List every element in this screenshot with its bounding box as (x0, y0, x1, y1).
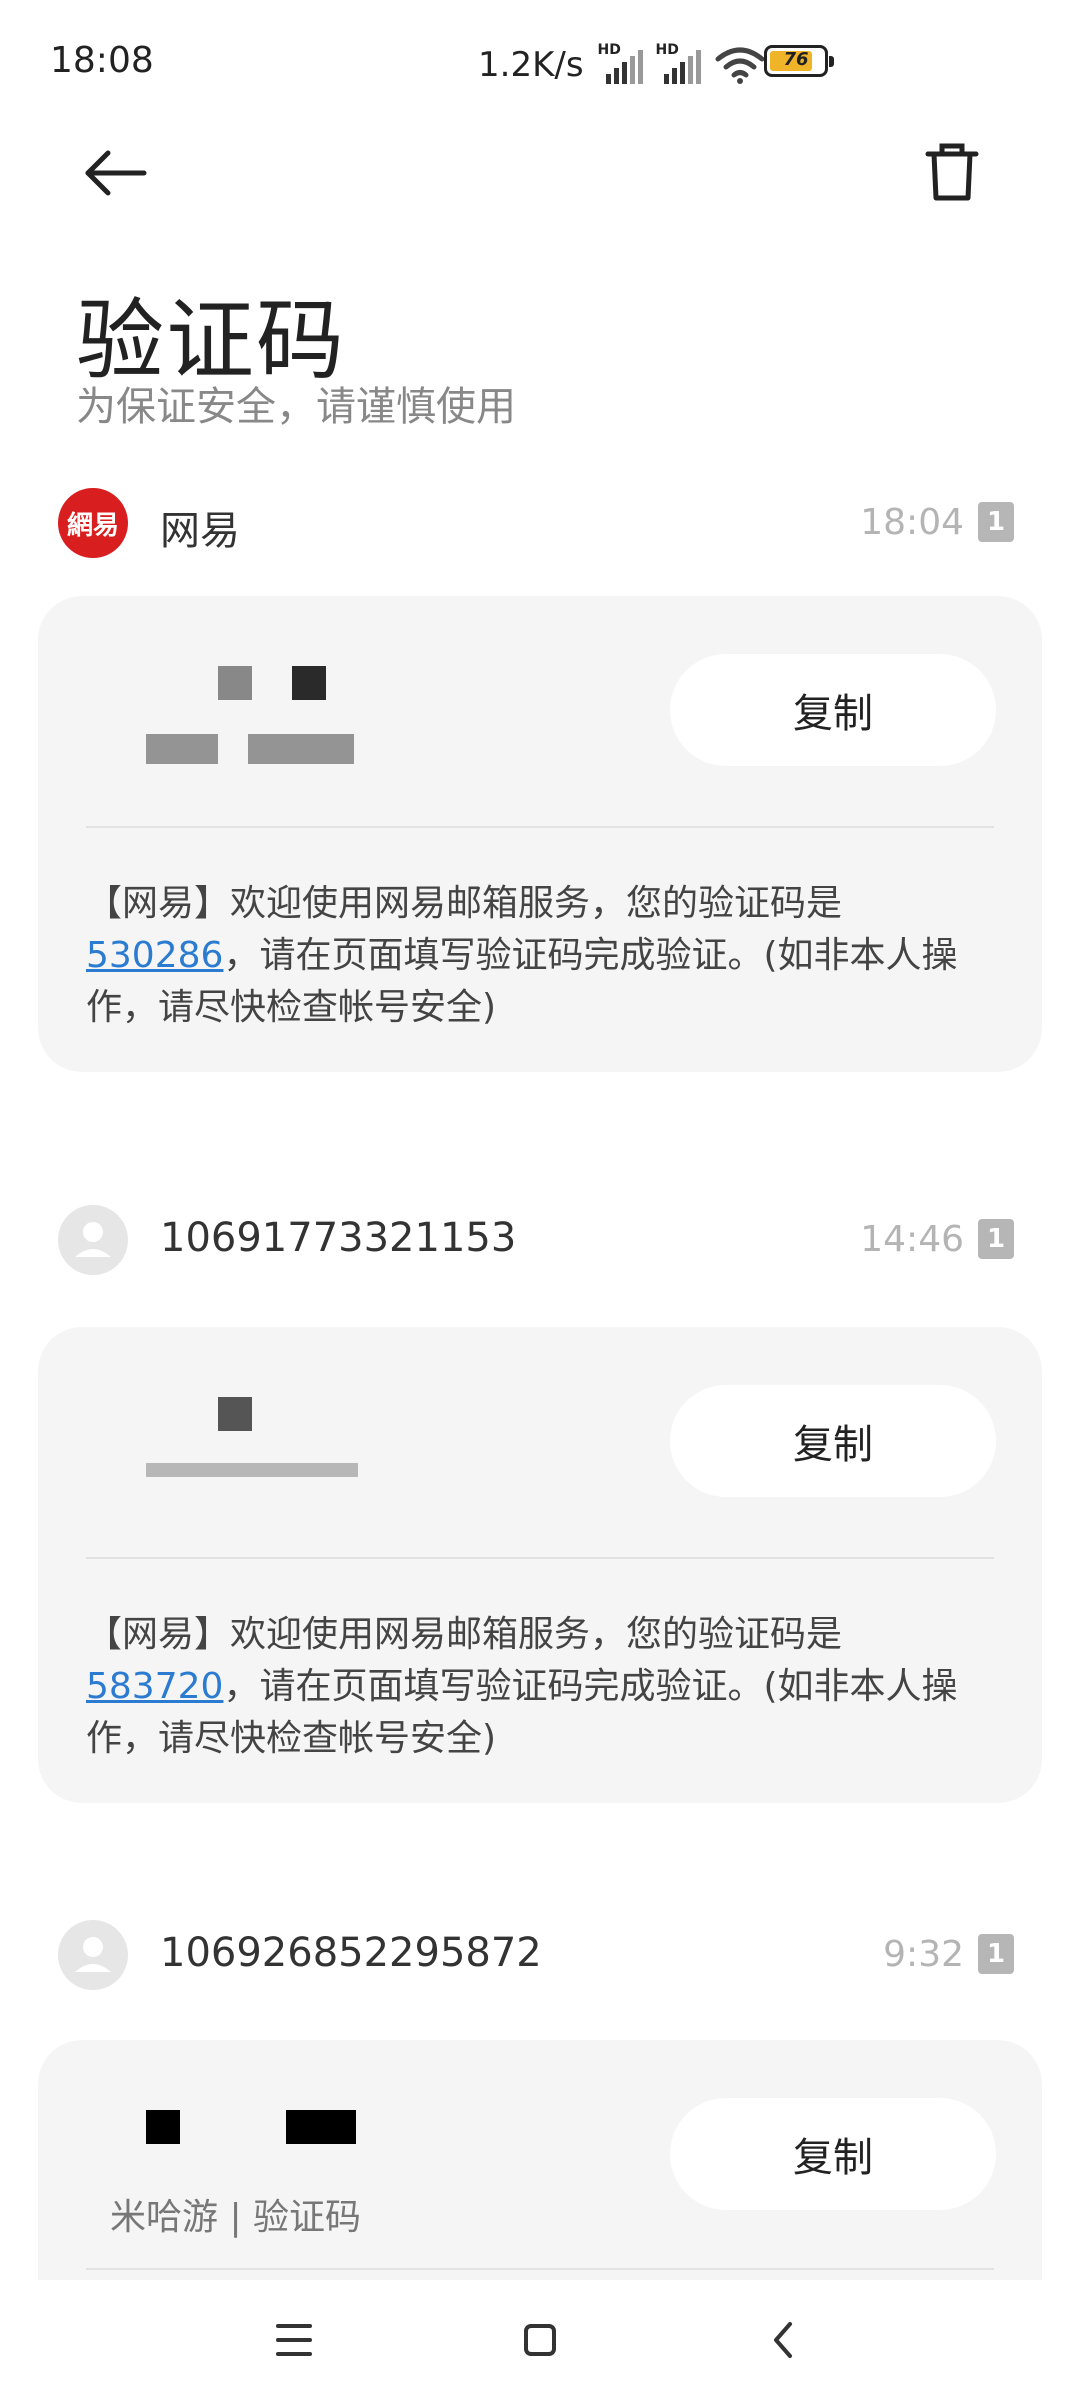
sim-card-icon: 1 (978, 1219, 1014, 1259)
message-time: 14:46 (860, 1219, 964, 1260)
message-card: 米哈游 | 验证码 复制 (38, 2040, 1042, 2300)
net-speed: 1.2K/s (478, 45, 584, 85)
battery-icon: 76 (764, 45, 834, 77)
message-time: 18:04 (860, 502, 964, 543)
verification-code-link[interactable]: 583720 (86, 1666, 223, 1707)
copy-button[interactable]: 复制 (670, 1385, 996, 1497)
page-subtitle: 为保证安全，请谨慎使用 (76, 384, 516, 430)
sender-name: 网易 (160, 508, 240, 554)
sender-name: 10691773321153 (160, 1215, 517, 1261)
hd-signal-icon: HD (598, 42, 643, 84)
status-time: 18:08 (50, 40, 154, 81)
back-arrow-icon[interactable] (78, 140, 158, 220)
navigation-bar (0, 2280, 1080, 2400)
sender-row: 106926852295872 9:32 1 (0, 1920, 1080, 2000)
back-chevron-icon[interactable] (744, 2300, 824, 2380)
sender-name: 106926852295872 (160, 1930, 542, 1976)
message-body: 【网易】欢迎使用网易邮箱服务，您的验证码是583720，请在页面填写验证码完成验… (86, 1614, 958, 1759)
message-card: 复制 【网易】欢迎使用网易邮箱服务，您的验证码是530286，请在页面填写验证码… (38, 596, 1042, 1072)
menu-icon[interactable] (254, 2300, 334, 2380)
sender-row: 網易 网易 18:04 1 (0, 488, 1080, 568)
message-card: 复制 【网易】欢迎使用网易邮箱服务，您的验证码是583720，请在页面填写验证码… (38, 1327, 1042, 1803)
message-source: 米哈游 | 验证码 (110, 2197, 362, 2238)
wifi-icon (715, 47, 765, 84)
home-square-icon[interactable] (500, 2300, 580, 2380)
verification-code-link[interactable]: 530286 (86, 935, 223, 976)
copy-button[interactable]: 复制 (670, 654, 996, 766)
divider (86, 826, 994, 828)
message-body: 【网易】欢迎使用网易邮箱服务，您的验证码是530286，请在页面填写验证码完成验… (86, 883, 958, 1028)
sim-card-icon: 1 (978, 502, 1014, 542)
status-icons: 1.2K/s HD HD (478, 40, 766, 90)
hd-signal-icon: HD (656, 42, 701, 84)
trash-icon[interactable] (920, 140, 1000, 220)
status-bar: 18:08 1.2K/s HD HD 76 (0, 0, 1080, 130)
sim-card-icon: 1 (978, 1934, 1014, 1974)
contact-avatar-icon (58, 1920, 128, 1990)
sender-row: 10691773321153 14:46 1 (0, 1205, 1080, 1285)
copy-button[interactable]: 复制 (670, 2098, 996, 2210)
redacted-code-preview (108, 1397, 408, 1517)
message-time: 9:32 (883, 1934, 964, 1975)
divider (86, 2268, 994, 2270)
redacted-code-preview (108, 666, 408, 786)
divider (86, 1557, 994, 1559)
contact-avatar-icon (58, 1205, 128, 1275)
netease-avatar: 網易 (58, 488, 128, 558)
